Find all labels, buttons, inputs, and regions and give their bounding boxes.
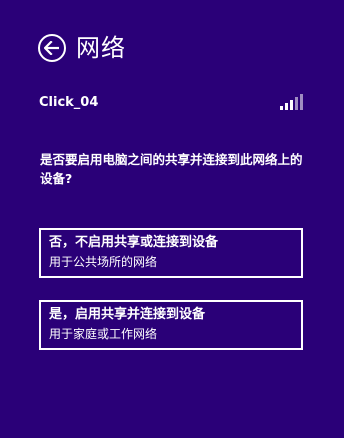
network-settings-panel: 网络 Click_04 是否要启用电脑之间的共享并连接到此网络上的设备? 否，不… [0, 0, 344, 438]
network-name: Click_04 [39, 94, 99, 110]
signal-bar [290, 100, 293, 110]
no-sharing-option-button[interactable]: 否，不启用共享或连接到设备 用于公共场所的网络 [39, 228, 303, 278]
option-subtitle: 用于公共场所的网络 [49, 255, 158, 269]
option-subtitle: 用于家庭或工作网络 [49, 327, 158, 341]
signal-bar [285, 103, 288, 110]
enable-sharing-option-button[interactable]: 是，启用共享并连接到设备 用于家庭或工作网络 [39, 300, 303, 350]
header: 网络 [38, 30, 126, 66]
sharing-question: 是否要启用电脑之间的共享并连接到此网络上的设备? [40, 152, 303, 186]
signal-bar [295, 97, 298, 110]
signal-bar [300, 94, 303, 110]
back-button[interactable] [38, 34, 66, 62]
signal-strength-icon [280, 94, 303, 110]
network-row: Click_04 [39, 92, 303, 112]
option-title: 是，启用共享并连接到设备 [49, 307, 206, 322]
page-title: 网络 [76, 34, 126, 62]
signal-bar [280, 106, 283, 110]
back-arrow-icon [44, 41, 59, 55]
option-title: 否，不启用共享或连接到设备 [49, 235, 219, 250]
